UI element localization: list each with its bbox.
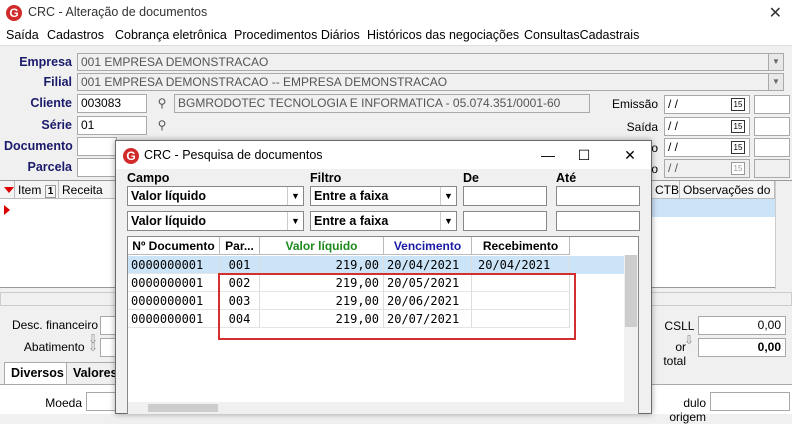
chevron-down-icon: ▼ [287, 212, 303, 230]
app-logo-icon: G [123, 148, 139, 164]
ate-input-1[interactable] [556, 186, 640, 206]
col-receita[interactable]: Receita [59, 181, 119, 199]
de-input-2[interactable] [463, 211, 547, 231]
saida-label: Saída [626, 120, 658, 134]
result-cell-numero[interactable]: 0000000001 [128, 310, 220, 328]
total-label: or total [663, 340, 686, 368]
titulo-origem-field[interactable] [710, 392, 790, 411]
highlight-box [218, 273, 576, 340]
campo-select-1[interactable]: Valor líquido ▼ [127, 186, 304, 206]
filtro-select-1[interactable]: Entre a faixa ▼ [310, 186, 457, 206]
window-title: CRC - Alteração de documentos [28, 5, 208, 19]
parcela-label: Parcela [27, 160, 72, 174]
col-vencimento[interactable]: Vencimento [384, 237, 472, 255]
grid-vscroll[interactable] [775, 181, 792, 289]
csll-field[interactable]: 0,00 [698, 316, 786, 335]
moeda-label: Moeda [45, 396, 82, 410]
side-field[interactable] [754, 95, 790, 114]
menu-consultas[interactable]: ConsultasCadastrais [524, 28, 639, 42]
chevron-down-icon: ▼ [440, 212, 456, 230]
sort-indicator-icon [4, 187, 14, 193]
result-cell-numero[interactable]: 0000000001 [128, 256, 220, 274]
title-bar: G CRC - Alteração de documentos ✕ [0, 0, 792, 26]
search-binoculars-icon[interactable]: ⚲ [153, 96, 171, 112]
results-vscroll[interactable] [624, 255, 638, 414]
side-field[interactable] [754, 138, 790, 157]
scroll-thumb[interactable] [148, 404, 218, 412]
results-hscroll[interactable] [128, 402, 624, 414]
filial-dropdown-icon[interactable]: ▼ [768, 73, 784, 91]
filtro-select-2[interactable]: Entre a faixa ▼ [310, 211, 457, 231]
menu-cobranca[interactable]: Cobrança eletrônica [115, 28, 227, 42]
total-field: 0,00 [698, 338, 786, 357]
ate-header: Até [556, 171, 577, 185]
minimize-icon[interactable]: — [534, 145, 562, 165]
result-cell-recebimento[interactable]: 20/04/2021 [472, 256, 570, 274]
empresa-field[interactable]: 001 EMPRESA DEMONSTRACAO [77, 53, 769, 71]
sort-order-badge: 1 [44, 185, 57, 198]
col-numero-documento[interactable]: Nº Documento [128, 237, 220, 255]
serie-field[interactable]: 01 [77, 116, 147, 135]
parcela-field[interactable] [77, 158, 117, 177]
result-cell-parcela[interactable]: 001 [220, 256, 260, 274]
menu-historicos[interactable]: Históricos das negociações [367, 28, 519, 42]
chevron-down-icon: ▼ [440, 187, 456, 205]
col-recebimento[interactable]: Recebimento [472, 237, 570, 255]
serie-label: Série [41, 118, 72, 132]
scroll-thumb[interactable] [625, 255, 637, 327]
close-icon[interactable]: ✕ [616, 145, 644, 165]
side-field[interactable] [754, 117, 790, 136]
titulo-origem-label: dulo origem [669, 396, 706, 424]
documento-field[interactable] [77, 137, 117, 156]
col-observacoes[interactable]: Observações do ite [680, 181, 775, 199]
cliente-field[interactable]: 003083 [77, 94, 147, 113]
dialog-title: CRC - Pesquisa de documentos [144, 148, 323, 162]
chevron-down-icon: ▼ [287, 187, 303, 205]
dialog-title-bar: G CRC - Pesquisa de documentos — ☐ ✕ [116, 141, 651, 169]
maximize-icon[interactable]: ☐ [570, 145, 598, 165]
calendar-icon[interactable]: 15 [731, 98, 745, 111]
campo-select-2[interactable]: Valor líquido ▼ [127, 211, 304, 231]
moeda-field[interactable] [86, 392, 116, 411]
result-cell-vencimento[interactable]: 20/04/2021 [384, 256, 472, 274]
calendar-icon: 15 [731, 162, 745, 175]
menu-cadastros[interactable]: Cadastros [47, 28, 104, 42]
menu-saida[interactable]: Saída [6, 28, 39, 42]
abatimento-label: Abatimento ⇩ [23, 340, 98, 354]
col-valor-liquido[interactable]: Valor líquido [260, 237, 384, 255]
empresa-label: Empresa [19, 55, 72, 69]
result-cell-numero[interactable]: 0000000001 [128, 292, 220, 310]
cliente-label: Cliente [30, 96, 72, 110]
col-item[interactable]: Item 1 [15, 181, 59, 199]
de-header: De [463, 171, 479, 185]
grid-selected-row [652, 199, 775, 217]
cliente-name-field: BGMRODOTEC TECNOLOGIA E INFORMATICA - 05… [174, 94, 590, 113]
documento-label: Documento [4, 139, 73, 153]
filial-field[interactable]: 001 EMPRESA DEMONSTRACAO -- EMPRESA DEMO… [77, 73, 769, 91]
app-logo-icon: G [6, 5, 22, 21]
ate-input-2[interactable] [556, 211, 640, 231]
calendar-icon[interactable]: 15 [731, 141, 745, 154]
search-binoculars-icon[interactable]: ⚲ [153, 118, 171, 134]
empresa-dropdown-icon[interactable]: ▼ [768, 53, 784, 71]
campo-header: Campo [127, 171, 170, 185]
emissao-label: Emissão [611, 97, 658, 111]
result-cell-valor[interactable]: 219,00 [260, 256, 384, 274]
result-cell-numero[interactable]: 0000000001 [128, 274, 220, 292]
col-ctb[interactable]: CTB [652, 181, 680, 199]
arrow-down-icon: ⇩ [87, 340, 98, 354]
close-icon[interactable]: ✕ [769, 3, 782, 23]
col-parcela[interactable]: Par... [220, 237, 260, 255]
tab-diversos[interactable]: Diversos [4, 362, 71, 384]
de-input-1[interactable] [463, 186, 547, 206]
side-field[interactable] [754, 159, 790, 178]
filtro-header: Filtro [310, 171, 342, 185]
calendar-icon[interactable]: 15 [731, 120, 745, 133]
current-row-icon [4, 205, 10, 215]
filial-label: Filial [43, 75, 72, 89]
menu-procedimentos[interactable]: Procedimentos Diários [234, 28, 360, 42]
menu-bar: Saída Cadastros Cobrança eletrônica Proc… [0, 26, 792, 46]
